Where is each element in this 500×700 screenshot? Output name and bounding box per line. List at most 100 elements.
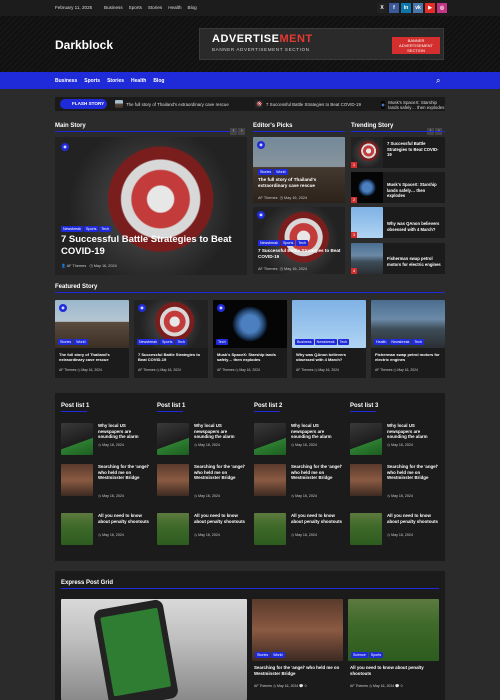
card-title[interactable]: 7 Successful Battle Strategies to Beat C…	[138, 352, 206, 362]
trending-title[interactable]: Why was QAnon believers obsessed with 4 …	[387, 221, 443, 232]
express-card[interactable]: Stories World Searching for the 'angel' w…	[252, 599, 343, 700]
category-tag[interactable]: Newsbreak	[314, 339, 337, 345]
category-tag[interactable]: Tech	[99, 226, 111, 232]
nav-item-blog[interactable]: Blog	[153, 78, 164, 84]
post-title[interactable]: All you need to know about penalty shoot…	[387, 513, 439, 524]
category-tag[interactable]: Stories	[58, 339, 74, 345]
top-link-business[interactable]: Business	[104, 5, 123, 10]
top-link-health[interactable]: Health	[168, 5, 181, 10]
post-title[interactable]: Searching for the 'angel' who held me on…	[387, 464, 439, 481]
post-title[interactable]: Searching for the 'angel' who held me on…	[291, 464, 343, 481]
featured-card[interactable]: Business Newsbreak Tech Why was QAnon beli…	[292, 300, 366, 378]
editors-pick-card[interactable]: ◉ Stories World The full story of Thailan…	[253, 137, 345, 203]
main-story-title[interactable]: 7 Successful Battle Strategies to Beat C…	[61, 234, 241, 258]
featured-card[interactable]: Health Newsbreak Tech Fisherman swap petro…	[371, 300, 445, 378]
vk-icon[interactable]: vk	[413, 3, 423, 13]
post-list-item[interactable]: Searching for the 'angel' who held me on…	[350, 464, 440, 498]
banner-ad[interactable]: ADVERTISEMENT BANNER ADVERTISEMENT SECTI…	[199, 28, 444, 60]
post-list-item[interactable]: All you need to know about penalty shoot…	[157, 513, 247, 545]
nav-item-sports[interactable]: Sports	[84, 78, 100, 84]
express-card[interactable]: Science Sports All you need to know about…	[348, 599, 439, 700]
trending-item[interactable]: 2 Musk's SpaceX: Starship lands safely… …	[351, 172, 445, 203]
post-title[interactable]: Searching for the 'angel' who held me on…	[194, 464, 246, 481]
post-list-item[interactable]: Searching for the 'angel' who held me on…	[254, 464, 344, 498]
category-tag[interactable]: World	[74, 339, 88, 345]
author-name[interactable]: AF Themes	[258, 196, 278, 200]
category-tag[interactable]: Newsbreak	[61, 226, 83, 232]
post-title[interactable]: Why local US newspapers are sounding the…	[291, 423, 343, 440]
category-tag[interactable]: Tech	[296, 240, 308, 246]
author-name[interactable]: AF Themes	[375, 368, 392, 372]
post-title[interactable]: All you need to know about penalty shoot…	[194, 513, 246, 524]
flash-item[interactable]: The full story of Thailand's extraordina…	[115, 100, 229, 108]
linkedin-icon[interactable]: in	[401, 3, 411, 13]
category-tag[interactable]: Health	[374, 339, 389, 345]
featured-card[interactable]: ◉ Stories World The full story of Thailan…	[55, 300, 129, 378]
category-tag[interactable]: World	[271, 652, 285, 658]
author-name[interactable]: AF Themes	[67, 264, 87, 268]
card-title[interactable]: The full story of Thailand's extraordina…	[59, 352, 127, 362]
nav-item-business[interactable]: Business	[55, 78, 77, 84]
card-title[interactable]: Fisherman swap petrol motors for electri…	[375, 352, 443, 362]
top-link-sports[interactable]: Sports	[129, 5, 142, 10]
category-tag[interactable]: World	[274, 169, 288, 175]
editors-pick-card[interactable]: ◉ Newsbreak Sports Tech 7 Successful Battl…	[253, 207, 345, 274]
category-tag[interactable]: Tech	[216, 339, 228, 345]
author-name[interactable]: AF Themes	[254, 684, 272, 688]
featured-card[interactable]: ◉ Tech Musk's SpaceX: Starship lands saf…	[213, 300, 287, 378]
trending-title[interactable]: Fisherman swap petrol motors for electri…	[387, 256, 443, 267]
category-tag[interactable]: Sports	[83, 226, 99, 232]
category-tag[interactable]: Business	[295, 339, 314, 345]
trending-title[interactable]: 7 Successful Battle Strategies to Beat C…	[387, 141, 443, 158]
category-tag[interactable]: Tech	[175, 339, 187, 345]
post-list-item[interactable]: All you need to know about penalty shoot…	[350, 513, 440, 545]
card-title[interactable]: 7 Successful Battle Strategies to Beat C…	[258, 248, 342, 260]
author-name[interactable]: AF Themes	[138, 368, 155, 372]
category-tag[interactable]: Newsbreak	[258, 240, 280, 246]
trending-title[interactable]: Musk's SpaceX: Starship lands safely… th…	[387, 182, 443, 199]
flash-item[interactable]: 7 Successful Battle Strategies to Beat C…	[255, 100, 361, 108]
category-tag[interactable]: Stories	[255, 652, 271, 658]
post-list-item[interactable]: Why local US newspapers are sounding the…	[157, 423, 247, 455]
author-name[interactable]: AF Themes	[258, 267, 278, 271]
category-tag[interactable]: Sports	[159, 339, 175, 345]
post-title[interactable]: Why local US newspapers are sounding the…	[98, 423, 150, 440]
category-tag[interactable]: Tech	[337, 339, 350, 345]
card-title[interactable]: The full story of Thailand's extraordina…	[258, 177, 342, 189]
post-title[interactable]: All you need to know about penalty shoot…	[98, 513, 150, 524]
post-list-item[interactable]: All you need to know about penalty shoot…	[61, 513, 151, 545]
author-name[interactable]: AF Themes	[350, 684, 368, 688]
prev-arrow-icon[interactable]: ‹	[230, 128, 237, 135]
post-title[interactable]: Searching for the 'angel' who held me on…	[98, 464, 150, 481]
post-title[interactable]: All you need to know about penalty shoot…	[291, 513, 343, 524]
post-list-item[interactable]: Why local US newspapers are sounding the…	[350, 423, 440, 455]
top-link-stories[interactable]: Stories	[148, 5, 162, 10]
category-tag[interactable]: Sports	[280, 240, 296, 246]
search-icon[interactable]: ⌕	[436, 76, 440, 86]
author-name[interactable]: AF Themes	[217, 368, 234, 372]
post-list-item[interactable]: Searching for the 'angel' who held me on…	[61, 464, 151, 498]
category-tag[interactable]: Science	[351, 652, 368, 658]
category-tag[interactable]: Sports	[368, 652, 384, 658]
card-title[interactable]: All you need to know about penalty shoot…	[350, 665, 438, 676]
featured-card[interactable]: ◉ Newsbreak Sports Tech 7 Successful Battl…	[134, 300, 208, 378]
trending-item[interactable]: 4 Fisherman swap petrol motors for elect…	[351, 243, 445, 274]
card-title[interactable]: Musk's SpaceX: Starship lands safely… th…	[217, 352, 285, 362]
next-arrow-icon[interactable]: ›	[238, 128, 246, 135]
nav-item-stories[interactable]: Stories	[107, 78, 124, 84]
post-list-item[interactable]: Why local US newspapers are sounding the…	[254, 423, 344, 455]
card-title[interactable]: Why was QAnon believers obsessed with 4 …	[296, 352, 364, 362]
post-title[interactable]: Why local US newspapers are sounding the…	[387, 423, 439, 440]
post-list-item[interactable]: Searching for the 'angel' who held me on…	[157, 464, 247, 498]
x-icon[interactable]: X	[377, 3, 387, 13]
author-name[interactable]: AF Themes	[296, 368, 313, 372]
post-title[interactable]: Why local US newspapers are sounding the…	[194, 423, 246, 440]
category-tag[interactable]: Newsbreak	[137, 339, 159, 345]
top-link-blog[interactable]: Blog	[188, 5, 197, 10]
card-title[interactable]: Searching for the 'angel' who held me on…	[254, 665, 342, 676]
trending-item[interactable]: 3 Why was QAnon believers obsessed with …	[351, 207, 445, 238]
site-logo[interactable]: Darkblock	[55, 38, 113, 52]
flash-item[interactable]: Musk's SpaceX: Starship lands safely… th…	[381, 100, 445, 110]
main-story-card[interactable]: ◉ Newsbreak Sports Tech 7 Successful Battl…	[55, 137, 247, 275]
category-tag[interactable]: Newsbreak	[389, 339, 412, 345]
